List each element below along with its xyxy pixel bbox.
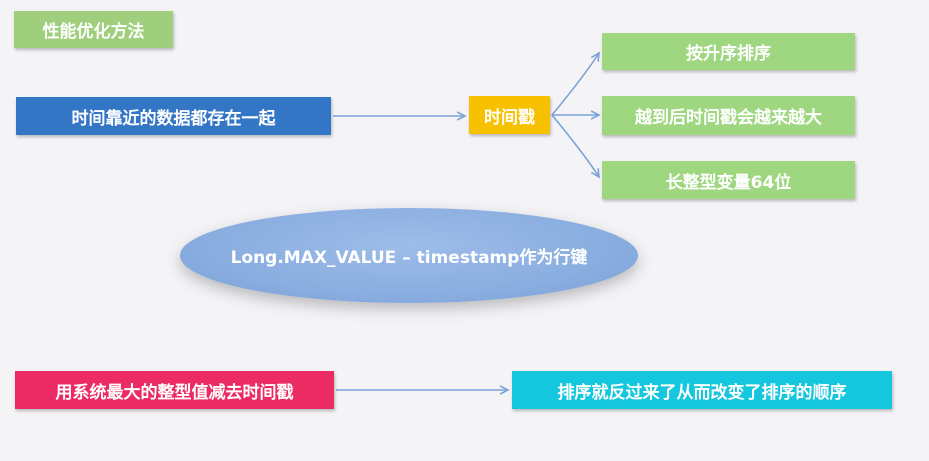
arrow-timestamp-to-long	[551, 114, 599, 177]
source-node: 时间靠近的数据都存在一起	[16, 97, 331, 135]
rowkey-ellipse: Long.MAX_VALUE – timestamp作为行键	[180, 208, 638, 303]
subtract-node: 用系统最大的整型值减去时间戳	[15, 371, 334, 409]
page-title: 性能优化方法	[14, 11, 173, 48]
later-larger-node: 越到后时间戳会越来越大	[602, 96, 855, 135]
sorted-node: 按升序排序	[602, 33, 855, 70]
arrow-timestamp-to-sorted	[551, 53, 599, 116]
long-var-node: 长整型变量64位	[602, 161, 855, 199]
timestamp-node: 时间戳	[469, 96, 550, 134]
reverse-node: 排序就反过来了从而改变了排序的顺序	[512, 371, 892, 409]
